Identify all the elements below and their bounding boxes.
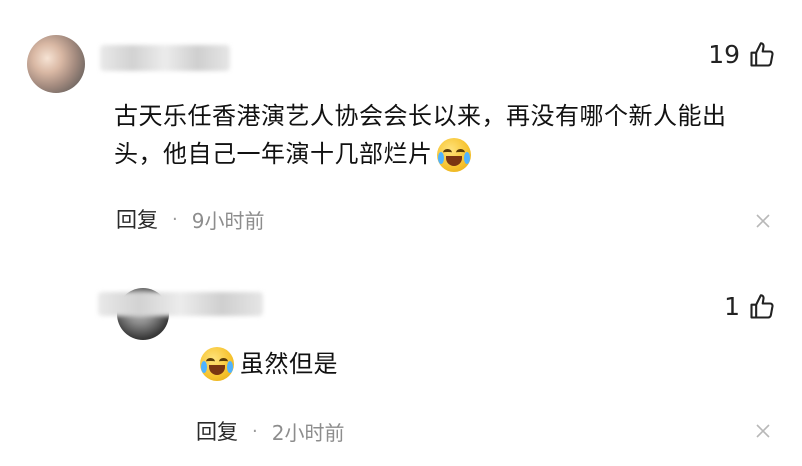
close-icon[interactable] bbox=[754, 422, 772, 440]
username-blurred[interactable] bbox=[100, 45, 230, 71]
avatar[interactable] bbox=[27, 35, 85, 93]
like-button[interactable]: 19 bbox=[708, 40, 776, 69]
comment-item: 19 古天乐任香港演艺人协会会长以来，再没有哪个新人能出头，他自己一年演十几部烂… bbox=[0, 0, 802, 250]
like-count: 19 bbox=[708, 40, 740, 69]
laughing-crying-emoji bbox=[436, 138, 471, 172]
reply-button[interactable]: 回复 bbox=[116, 204, 158, 234]
like-button[interactable]: 1 bbox=[724, 292, 776, 321]
comment-meta: 回复 · 9小时前 bbox=[116, 204, 264, 234]
like-count: 1 bbox=[724, 292, 740, 321]
separator: · bbox=[172, 208, 178, 230]
comment-item: 1 虽然但是 回复 · 2小时前 bbox=[0, 270, 802, 466]
reply-button[interactable]: 回复 bbox=[196, 416, 238, 446]
close-icon[interactable] bbox=[754, 212, 772, 230]
thumbs-up-icon[interactable] bbox=[748, 41, 776, 69]
timestamp: 2小时前 bbox=[271, 420, 345, 445]
timestamp: 9小时前 bbox=[191, 208, 265, 233]
comment-meta: 回复 · 2小时前 bbox=[196, 416, 344, 446]
username-blurred[interactable] bbox=[98, 292, 263, 316]
thumbs-up-icon[interactable] bbox=[748, 293, 776, 321]
comment-text: 虽然但是 bbox=[196, 345, 338, 383]
separator: · bbox=[252, 420, 258, 442]
comment-text: 古天乐任香港演艺人协会会长以来，再没有哪个新人能出头，他自己一年演十几部烂片 bbox=[114, 97, 774, 173]
crying-emoji bbox=[200, 347, 234, 381]
